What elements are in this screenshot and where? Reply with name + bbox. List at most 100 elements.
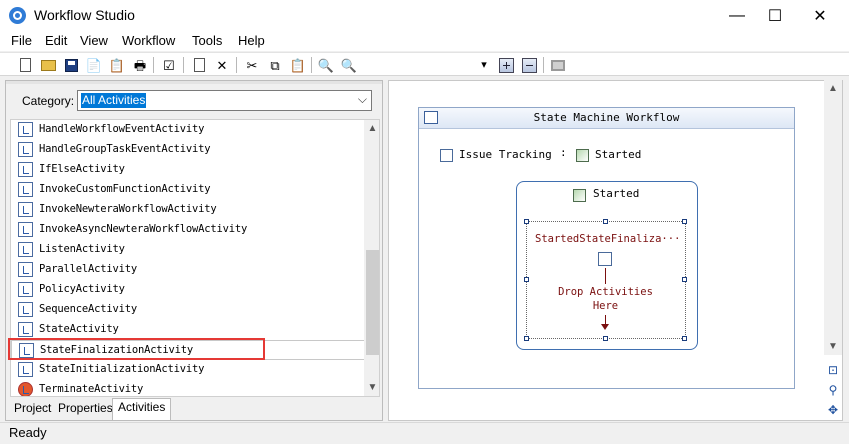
zoom-out-icon[interactable]: 🔍 [340, 56, 358, 74]
menu-workflow[interactable]: Workflow [122, 33, 175, 48]
toolbox-panel: Category: All Activities ⌵ HandleWorkflo… [5, 80, 383, 421]
activity-item[interactable]: InvokeNewteraWorkflowActivity [11, 200, 365, 220]
delete-icon[interactable]: ✕ [213, 56, 231, 74]
activity-item[interactable]: ParallelActivity [11, 260, 365, 280]
activity-item[interactable]: InvokeCustomFunctionActivity [11, 180, 365, 200]
activity-item[interactable]: HandleWorkflowEventActivity [11, 120, 365, 140]
close-button[interactable]: ✕ [797, 0, 843, 31]
started-state-icon [576, 149, 589, 162]
menu-file[interactable]: File [11, 33, 32, 48]
chevron-down-icon[interactable]: ⌵ [358, 92, 367, 107]
navigate-icon[interactable]: ⊡ [825, 362, 841, 378]
window-title: Workflow Studio [34, 7, 135, 23]
menu-tools[interactable]: Tools [192, 33, 222, 48]
branch-icon [18, 162, 33, 177]
category-value: All Activities [81, 93, 147, 108]
copy-page-icon[interactable]: 📄 [85, 56, 103, 74]
toolbar-separator [236, 57, 237, 73]
activity-label: InvokeCustomFunctionActivity [39, 183, 211, 195]
scroll-thumb[interactable] [366, 250, 379, 355]
panel-tabs: Project Properties Activities [5, 398, 383, 420]
menu-help[interactable]: Help [238, 33, 265, 48]
resize-handle[interactable] [524, 219, 529, 224]
parallel-icon [18, 262, 33, 277]
drop-text-line2: Here [592, 300, 619, 312]
status-bar: Ready [0, 422, 849, 444]
resize-handle[interactable] [524, 277, 529, 282]
tab-project[interactable]: Project [9, 400, 56, 419]
activity-item[interactable]: PolicyActivity [11, 280, 365, 300]
activity-label: SequenceActivity [39, 303, 137, 315]
field-separator: : [560, 146, 567, 159]
resize-handle[interactable] [682, 277, 687, 282]
resize-handle[interactable] [603, 219, 608, 224]
category-dropdown[interactable]: All Activities ⌵ [77, 90, 372, 111]
designer-scrollbar[interactable]: ▲ ▼ [824, 80, 842, 355]
list-scrollbar[interactable]: ▲ ▼ [364, 120, 379, 396]
activity-label: PolicyActivity [39, 283, 125, 295]
monitor-icon[interactable] [549, 56, 567, 74]
collapse-icon[interactable] [520, 56, 538, 74]
scroll-down-icon[interactable]: ▼ [364, 379, 379, 396]
activity-item[interactable]: HandleGroupTaskEventActivity [11, 140, 365, 160]
paste-page-icon[interactable]: 📋 [108, 56, 126, 74]
activity-label: ListenActivity [39, 243, 125, 255]
sequence-icon [18, 302, 33, 317]
scroll-down-icon[interactable]: ▼ [824, 338, 842, 355]
expand-icon[interactable] [497, 56, 515, 74]
listen-icon [18, 242, 33, 257]
drop-zone[interactable]: Drop Activities Here [548, 285, 663, 313]
selection-highlight [8, 338, 265, 360]
activity-label: HandleGroupTaskEventActivity [39, 143, 211, 155]
activity-item[interactable]: InvokeAsyncNewteraWorkflowActivity [11, 220, 365, 240]
resize-handle[interactable] [682, 336, 687, 341]
handle-event-icon [18, 122, 33, 137]
tab-properties[interactable]: Properties [53, 400, 118, 419]
connector-line [605, 268, 606, 284]
started-state-icon [573, 189, 586, 202]
scroll-up-icon[interactable]: ▲ [824, 80, 842, 97]
copy-icon[interactable]: ⧉ [266, 56, 284, 74]
maximize-button[interactable]: ☐ [752, 0, 798, 31]
zoom-in-icon[interactable]: 🔍 [317, 56, 335, 74]
activity-label: InvokeAsyncNewteraWorkflowActivity [39, 223, 248, 235]
scroll-up-icon[interactable]: ▲ [364, 120, 379, 137]
handle-event-icon [18, 142, 33, 157]
menu-edit[interactable]: Edit [45, 33, 67, 48]
open-icon[interactable] [39, 56, 57, 74]
state-title: Started [593, 187, 640, 200]
activity-item[interactable]: ListenActivity [11, 240, 365, 260]
resize-handle[interactable] [524, 336, 529, 341]
new-icon[interactable] [16, 56, 34, 74]
terminate-icon [18, 382, 33, 396]
document-icon[interactable] [190, 56, 208, 74]
toolbar-separator [543, 57, 544, 73]
menu-bar: File Edit View Workflow Tools Help [0, 31, 849, 51]
save-icon[interactable] [62, 56, 80, 74]
invoke-icon [18, 202, 33, 217]
tab-activities[interactable]: Activities [112, 398, 172, 420]
activity-label: ParallelActivity [39, 263, 137, 275]
arrow-down-icon [601, 324, 609, 330]
drop-text-line1: Drop Activities [558, 286, 653, 298]
initial-state-value[interactable]: Started [595, 148, 641, 161]
activity-label: HandleWorkflowEventActivity [39, 123, 205, 135]
title-bar: Workflow Studio — ☐ ✕ [0, 0, 849, 31]
resize-handle[interactable] [682, 219, 687, 224]
activity-item[interactable]: StateActivity [11, 320, 365, 340]
print-icon[interactable]: 🖶 [131, 56, 149, 74]
paste-icon[interactable]: 📋 [289, 56, 307, 74]
cut-icon[interactable]: ✂ [243, 56, 261, 74]
activity-item[interactable]: TerminateActivity [11, 380, 365, 396]
state-initialization-icon [18, 362, 33, 377]
dropdown-arrow-icon[interactable]: ▾ [475, 56, 493, 74]
pan-icon[interactable]: ✥ [825, 402, 841, 418]
checklist-icon[interactable]: ☑ [160, 56, 178, 74]
toolbar-separator [183, 57, 184, 73]
menu-view[interactable]: View [80, 33, 108, 48]
activity-item[interactable]: StateInitializationActivity [11, 360, 365, 380]
search-icon[interactable]: ⚲ [825, 382, 841, 398]
activity-item[interactable]: IfElseActivity [11, 160, 365, 180]
activity-item[interactable]: SequenceActivity [11, 300, 365, 320]
resize-handle[interactable] [603, 336, 608, 341]
